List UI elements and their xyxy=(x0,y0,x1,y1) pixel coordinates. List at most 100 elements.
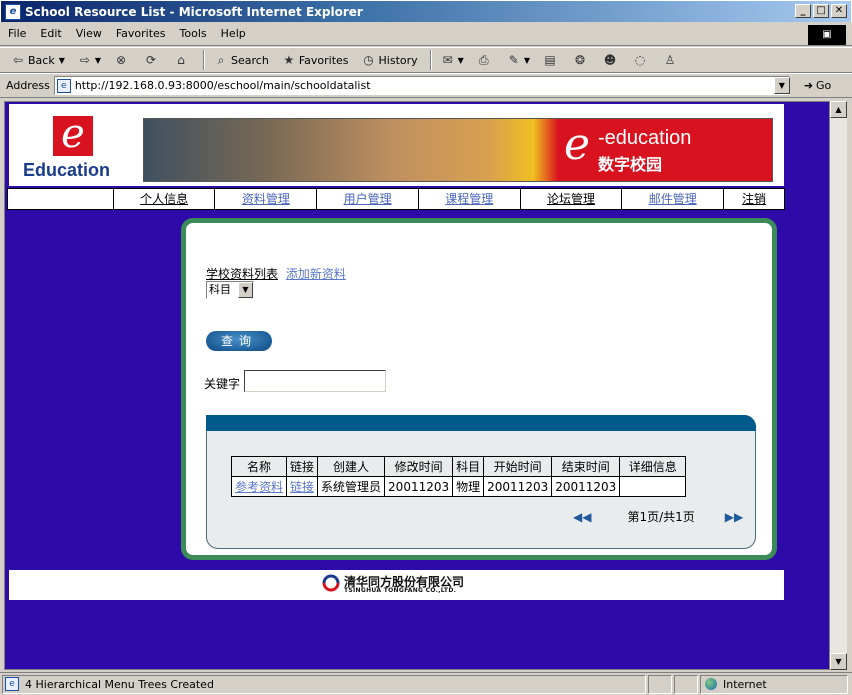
menu-help[interactable]: Help xyxy=(221,27,246,40)
subject-select[interactable]: 科目 ▼ xyxy=(206,281,254,299)
nav-spacer xyxy=(8,189,114,209)
education-logo-icon: e xyxy=(53,114,93,156)
banner-subtitle: -education xyxy=(598,127,692,149)
contacts-button[interactable]: ♙ xyxy=(662,52,680,68)
minimize-button[interactable]: _ xyxy=(795,4,811,18)
vertical-scrollbar[interactable]: ▲ ▼ xyxy=(830,101,847,670)
research-button[interactable]: ❂ xyxy=(572,52,590,68)
mail-dropdown-icon[interactable]: ▼ xyxy=(458,56,464,65)
double-left-arrow-icon[interactable]: ◀◀ xyxy=(573,510,591,524)
close-button[interactable]: ✕ xyxy=(831,4,847,18)
col-link: 链接 xyxy=(286,456,319,477)
status-text: 4 Hierarchical Menu Trees Created xyxy=(25,677,214,691)
windows-logo-icon: ▣ xyxy=(808,25,846,45)
status-bar: e 4 Hierarchical Menu Trees Created Inte… xyxy=(0,672,852,695)
cell-modified: 20011203 xyxy=(384,476,454,497)
research-icon: ❂ xyxy=(574,53,586,67)
stop-button[interactable]: ⊗ xyxy=(113,52,131,68)
home-icon: ⌂ xyxy=(177,53,185,67)
education-logo-text: Education xyxy=(23,160,111,180)
scroll-up-icon[interactable]: ▲ xyxy=(830,101,847,118)
add-new-resource-link[interactable]: 添加新资料 xyxy=(286,267,346,281)
search-label: Search xyxy=(231,53,269,67)
nav-logout[interactable]: 注销 xyxy=(724,189,784,209)
go-arrow-icon: ➜ xyxy=(803,79,814,92)
menu-view[interactable]: View xyxy=(76,27,102,40)
resource-links: 学校资料列表 添加新资料 xyxy=(206,265,346,282)
subject-select-value: 科目 xyxy=(209,283,231,296)
maximize-button[interactable]: □ xyxy=(813,4,829,18)
chat-button[interactable]: ◌ xyxy=(632,52,650,68)
col-name: 名称 xyxy=(230,456,288,477)
back-label: Back xyxy=(28,53,55,67)
keyword-input[interactable] xyxy=(244,370,386,392)
page-icon: e xyxy=(56,78,71,93)
home-button[interactable]: ⌂ xyxy=(173,52,191,68)
cell-name-link[interactable]: 参考资料 xyxy=(230,476,288,497)
col-creator: 创建人 xyxy=(317,456,386,477)
table-header-row: 名称 链接 创建人 修改时间 科目 开始时间 结束时间 详细信息 xyxy=(230,456,687,477)
status-main: e 4 Hierarchical Menu Trees Created xyxy=(2,674,646,694)
status-cell xyxy=(648,674,672,694)
window-title-bar[interactable]: e School Resource List - Microsoft Inter… xyxy=(0,0,852,22)
keyword-label: 关键字 xyxy=(204,377,241,391)
search-icon: ⌕ xyxy=(217,53,225,67)
address-bar: Address e http://192.168.0.93:8000/escho… xyxy=(0,73,852,98)
favorites-button[interactable]: ★ Favorites xyxy=(281,52,349,68)
menu-favorites[interactable]: Favorites xyxy=(116,27,166,40)
double-right-arrow-icon[interactable]: ▶▶ xyxy=(725,510,743,524)
history-button[interactable]: ◷ History xyxy=(361,52,417,68)
chevron-down-icon[interactable]: ▼ xyxy=(238,282,253,298)
edit-icon: ✎ xyxy=(508,53,519,67)
nav-course-management[interactable]: 课程管理 xyxy=(419,189,521,209)
page-indicator: 第1页/共1页 xyxy=(627,510,695,524)
forward-dropdown-icon[interactable]: ▼ xyxy=(95,56,101,65)
edit-dropdown-icon[interactable]: ▼ xyxy=(524,56,530,65)
menu-tools[interactable]: Tools xyxy=(180,27,207,40)
back-dropdown-icon[interactable]: ▼ xyxy=(59,56,65,65)
school-resource-list-link[interactable]: 学校资料列表 xyxy=(206,267,278,281)
col-end: 结束时间 xyxy=(551,456,621,477)
address-input[interactable]: e http://192.168.0.93:8000/eschool/main/… xyxy=(53,76,790,95)
print-button[interactable]: ⎙ xyxy=(476,52,494,68)
nav-user-management[interactable]: 用户管理 xyxy=(317,189,419,209)
menu-file[interactable]: File xyxy=(8,27,26,40)
forward-arrow-icon: ⇨ xyxy=(79,53,90,67)
refresh-button[interactable]: ⟳ xyxy=(143,52,161,68)
e-education-banner: e -education 数字校园 xyxy=(143,118,773,182)
history-icon: ◷ xyxy=(363,53,374,67)
nav-forum-management[interactable]: 论坛管理 xyxy=(521,189,623,209)
messenger-button[interactable]: ☻ xyxy=(602,52,620,68)
go-button[interactable]: ➜ Go xyxy=(804,79,831,92)
favorites-label: Favorites xyxy=(298,53,349,67)
col-start: 开始时间 xyxy=(483,456,553,477)
cell-link-link[interactable]: 链接 xyxy=(286,476,319,497)
main-panel: 学校资料列表 添加新资料 科目 ▼ 查询 关键字 名称 链接 创建人 修改时间 … xyxy=(181,218,777,560)
mail-button[interactable]: ✉ ▼ xyxy=(440,52,464,68)
address-dropdown-icon[interactable]: ▼ xyxy=(773,77,790,94)
col-subject: 科目 xyxy=(452,456,485,477)
cell-start: 20011203 xyxy=(483,476,553,497)
nav-mail-management[interactable]: 邮件管理 xyxy=(622,189,725,209)
ie-icon: e xyxy=(5,3,21,20)
globe-icon xyxy=(705,678,717,690)
contacts-icon: ♙ xyxy=(664,53,676,67)
nav-resource-management[interactable]: 资料管理 xyxy=(215,189,318,209)
toolbar-separator xyxy=(203,50,206,70)
forward-button[interactable]: ⇨ ▼ xyxy=(77,52,101,68)
query-button[interactable]: 查询 xyxy=(206,331,272,351)
back-button[interactable]: ⇦ Back ▼ xyxy=(10,52,65,68)
stop-icon: ⊗ xyxy=(116,53,127,67)
menu-edit[interactable]: Edit xyxy=(40,27,61,40)
nav-personal-info[interactable]: 个人信息 xyxy=(114,189,216,209)
discuss-button[interactable]: ▤ xyxy=(542,52,560,68)
standard-toolbar: ⇦ Back ▼ ⇨ ▼ ⊗ ⟳ ⌂ ⌕ Search ★ Favorites … xyxy=(0,47,852,73)
zone-label: Internet xyxy=(723,677,767,691)
cell-end: 20011203 xyxy=(551,476,621,497)
edit-button[interactable]: ✎ ▼ xyxy=(506,52,530,68)
scroll-down-icon[interactable]: ▼ xyxy=(830,653,847,670)
messenger-icon: ☻ xyxy=(603,53,617,67)
back-arrow-icon: ⇦ xyxy=(12,53,24,67)
search-button[interactable]: ⌕ Search xyxy=(213,52,269,68)
chat-icon: ◌ xyxy=(634,53,646,67)
